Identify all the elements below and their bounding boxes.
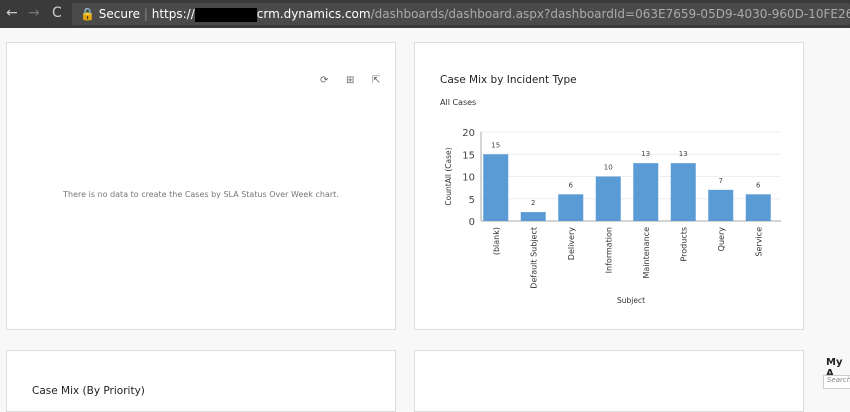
no-data-message: There is no data to create the Cases by … — [63, 190, 339, 199]
bar-3 — [595, 176, 621, 221]
data-label: 2 — [531, 199, 535, 207]
bar-1 — [520, 212, 546, 221]
sla-status-panel: ⟳ ⊞ ⇱ There is no data to create the Cas… — [6, 42, 396, 330]
y-tick-label: 5 — [469, 195, 475, 206]
data-label: 6 — [569, 181, 574, 189]
bar-chart: 0 5 10 15 20 15 (blank) 2 Default Subject 6 Delive… — [444, 128, 781, 305]
x-tick-label: Default Subject — [529, 227, 538, 289]
y-tick-label: 10 — [462, 173, 475, 184]
url-domain: crm.dynamics.com — [256, 7, 371, 21]
url-prefix: https:// — [151, 7, 195, 21]
forward-button[interactable]: → — [28, 5, 40, 21]
data-label: 13 — [679, 150, 688, 158]
search-input[interactable]: Search — [823, 375, 850, 389]
bar-4 — [633, 163, 659, 221]
view-records-icon[interactable]: ⊞ — [346, 75, 354, 86]
redacted-block — [194, 7, 257, 22]
back-button[interactable]: ← — [6, 5, 18, 21]
bar-0 — [483, 154, 509, 221]
x-tick-label: Products — [679, 227, 688, 262]
reload-button[interactable]: C — [52, 5, 62, 21]
secure-label: Secure — [98, 7, 141, 21]
data-label: 7 — [719, 177, 723, 185]
address-bar[interactable]: 🔒 Secure | https://crm.dynamics.com/dash… — [72, 3, 850, 25]
x-tick-label: Service — [754, 227, 763, 257]
bar-6 — [708, 189, 734, 221]
lock-icon: 🔒 — [80, 7, 95, 21]
bar-2 — [558, 194, 584, 221]
x-tick-label: (blank) — [492, 227, 501, 255]
data-label: 13 — [641, 150, 650, 158]
browser-toolbar: ← → C 🔒 Secure | https://crm.dynamics.co… — [0, 0, 850, 28]
data-label: 10 — [604, 164, 613, 172]
x-tick-label: Maintenance — [642, 227, 651, 279]
y-tick-label: 20 — [462, 128, 475, 139]
bar-7 — [745, 194, 771, 221]
x-tick-label: Delivery — [567, 227, 576, 260]
data-label: 6 — [756, 181, 761, 189]
url-path: /dashboards/dashboard.aspx?dashboardId=0… — [370, 7, 850, 21]
expand-icon[interactable]: ⇱ — [372, 75, 380, 86]
y-tick-label: 0 — [469, 217, 475, 228]
data-label: 15 — [491, 141, 500, 149]
refresh-icon[interactable]: ⟳ — [320, 75, 328, 86]
x-tick-label: Query — [717, 227, 726, 252]
y-tick-label: 15 — [462, 150, 475, 161]
bar-5 — [670, 163, 696, 221]
case-mix-incident-panel: Case Mix by Incident Type All Cases 0 5 10… — [414, 42, 804, 330]
x-tick-label: Information — [604, 227, 613, 273]
x-axis-label: Subject — [617, 296, 645, 305]
panel-title: Case Mix (By Priority) — [32, 385, 145, 397]
y-axis-label: CountAll (Case) — [444, 147, 453, 205]
